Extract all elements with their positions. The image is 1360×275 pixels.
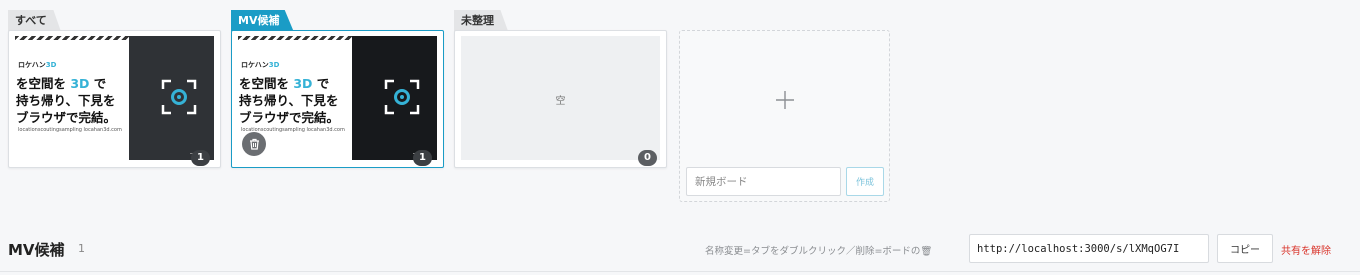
board-mv-candidates[interactable]: MV候補 ロケハン3D を空間を 3D で 持ち帰り、下見を ブラウザで完結。 …: [231, 10, 444, 168]
section-count: 1: [78, 242, 85, 255]
thumbnail-stripe: [238, 36, 358, 40]
thumbnail[interactable]: ロケハン3D を空間を 3D で 持ち帰り、下見を ブラウザで完結。 locat…: [238, 36, 437, 160]
unshare-link[interactable]: 共有を解除: [1281, 242, 1331, 257]
thumbnail-dark-panel: [352, 36, 437, 160]
copy-button[interactable]: コピー: [1217, 234, 1273, 263]
divider: [0, 271, 1360, 272]
board-card[interactable]: ロケハン3D を空間を 3D で 持ち帰り、下見を ブラウザで完結。 locat…: [8, 30, 221, 168]
board-unsorted[interactable]: 未整理 空 0: [454, 10, 667, 168]
trash-icon: [249, 138, 259, 150]
item-count-badge: 1: [413, 150, 432, 166]
tab-mv-candidates[interactable]: MV候補: [231, 10, 294, 31]
board-card[interactable]: 空 0: [454, 30, 667, 168]
thumbnail-headline: を空間を 3D で 持ち帰り、下見を ブラウザで完結。: [16, 76, 117, 125]
thumbnail-url: locationscoutingsampling locahan3d.com: [18, 127, 122, 133]
create-board-button[interactable]: 作成: [846, 167, 884, 196]
board-all[interactable]: すべて ロケハン3D を空間を 3D で 持ち帰り、下見を ブラウザで完結。 l…: [8, 10, 221, 168]
thumbnail-brand: ロケハン3D: [241, 61, 280, 69]
plus-icon[interactable]: [775, 90, 795, 110]
new-board-card: 作成: [679, 30, 890, 202]
item-count-badge: 1: [191, 150, 210, 166]
section-title: MV候補: [8, 241, 65, 259]
empty-thumbnail: 空: [461, 36, 660, 160]
empty-label: 空: [555, 96, 566, 107]
item-count-badge: 0: [638, 150, 657, 166]
thumbnail-dark-panel: [129, 36, 214, 160]
thumbnail-brand: ロケハン3D: [18, 61, 57, 69]
scan-frame-icon: [384, 79, 420, 115]
tab-unsorted[interactable]: 未整理: [454, 10, 508, 31]
thumbnail-stripe: [15, 36, 135, 40]
usage-hint: 名称変更=タブをダブルクリック／削除=ボードの🗑: [705, 246, 933, 257]
thumbnail[interactable]: ロケハン3D を空間を 3D で 持ち帰り、下見を ブラウザで完結。 locat…: [15, 36, 214, 160]
new-board-name-input[interactable]: [686, 167, 841, 196]
thumbnail-headline: を空間を 3D で 持ち帰り、下見を ブラウザで完結。: [239, 76, 340, 125]
tab-all[interactable]: すべて: [8, 10, 61, 31]
scan-frame-icon: [161, 79, 197, 115]
share-url-field[interactable]: [969, 234, 1209, 263]
delete-board-button[interactable]: [242, 132, 266, 156]
board-card[interactable]: ロケハン3D を空間を 3D で 持ち帰り、下見を ブラウザで完結。 locat…: [231, 30, 444, 168]
